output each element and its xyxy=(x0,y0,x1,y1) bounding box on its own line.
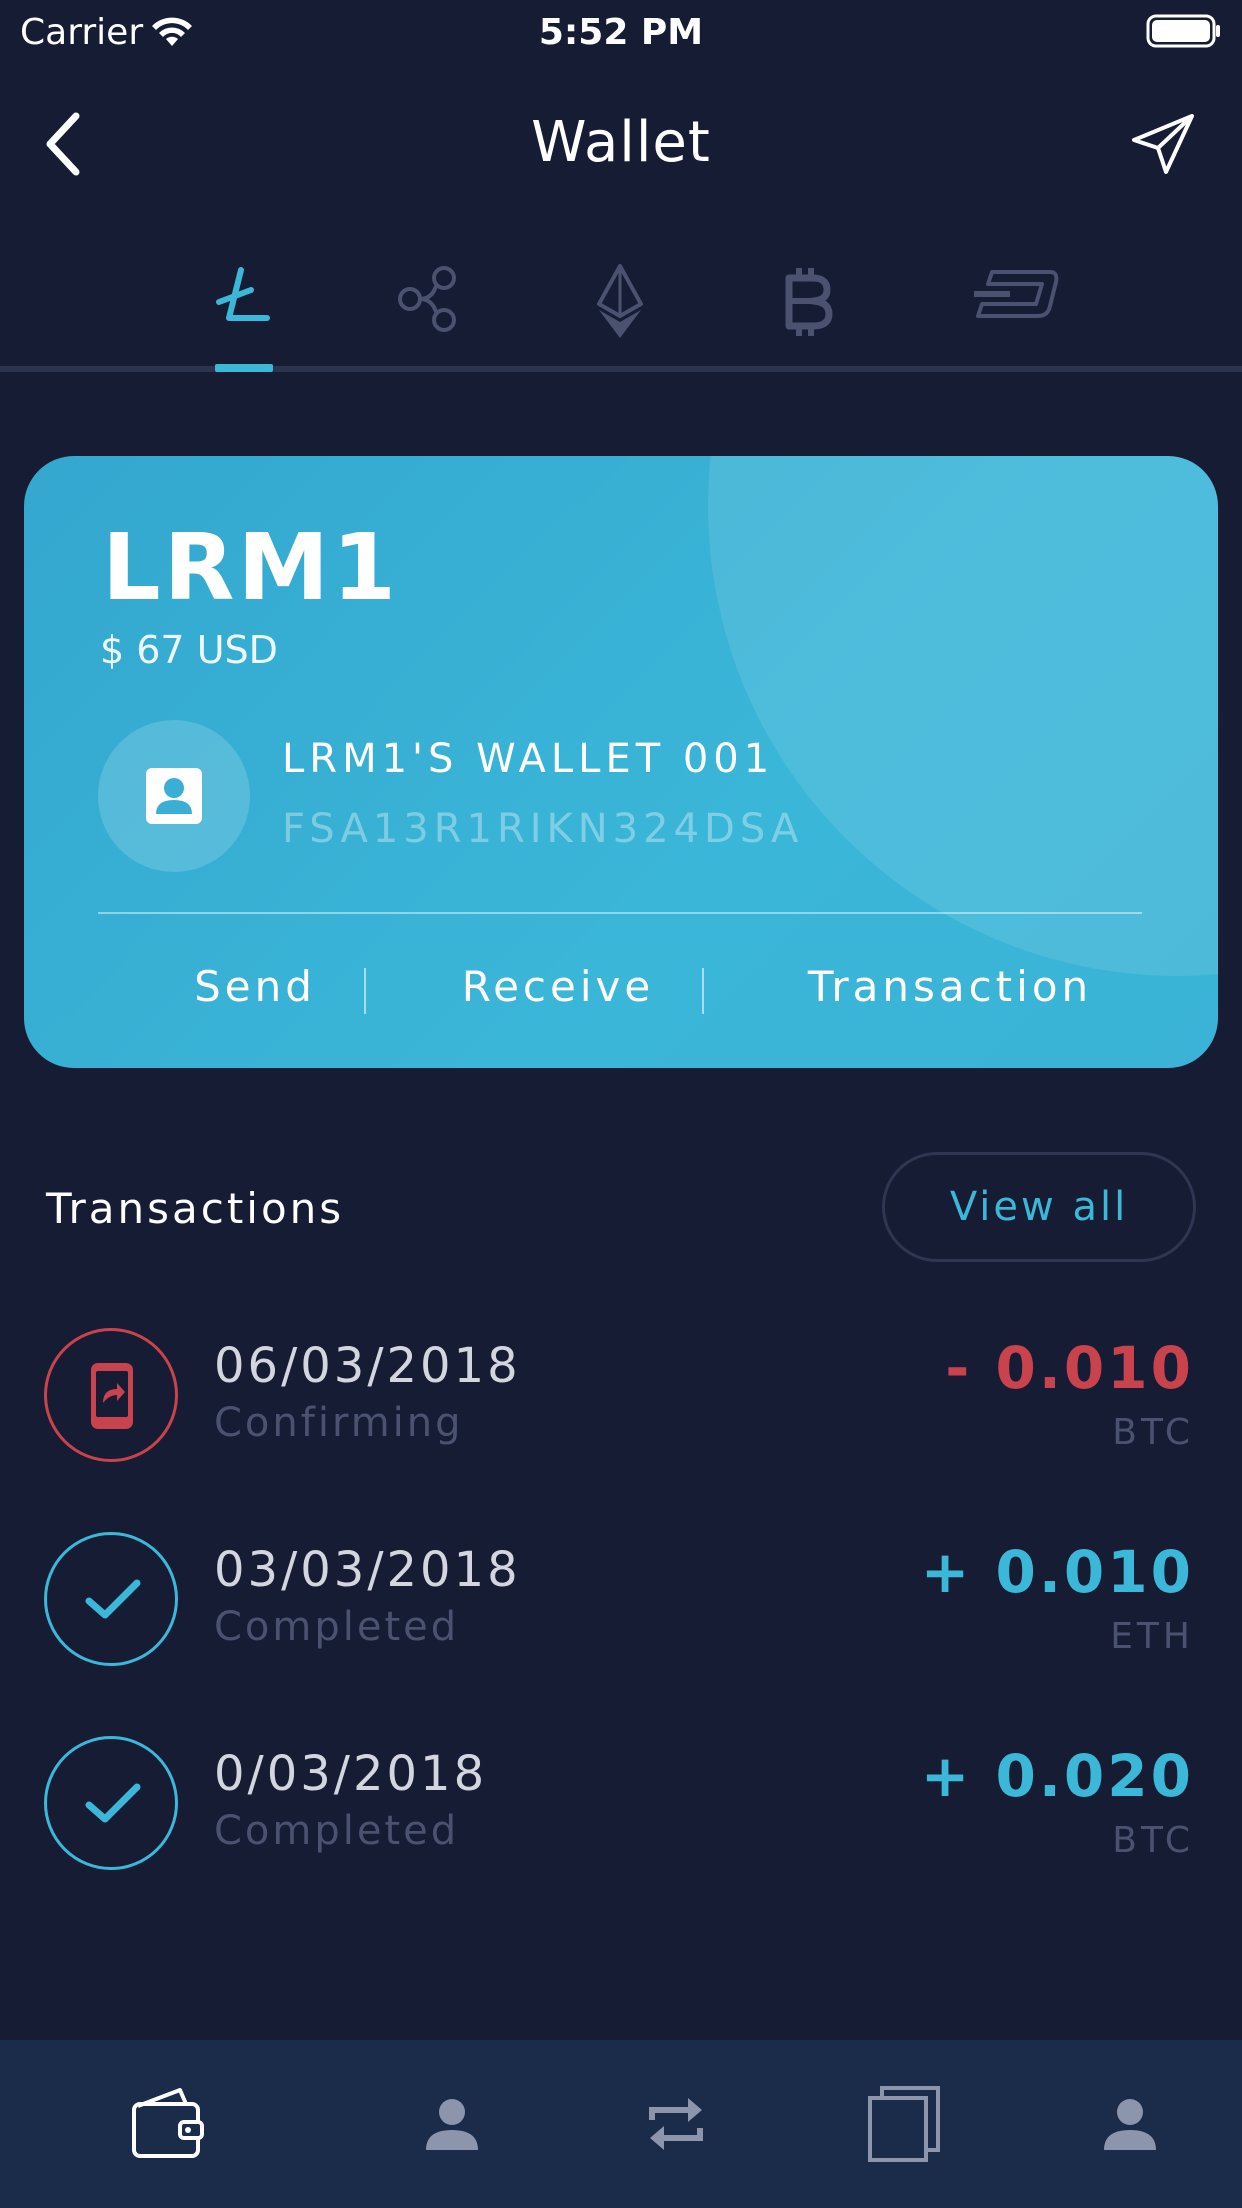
transaction-status: Confirming xyxy=(214,1400,464,1446)
transaction-coin: ETH xyxy=(1110,1616,1194,1657)
contact-card-icon xyxy=(146,768,202,824)
action-separator xyxy=(364,968,366,1014)
card-actions: Send Receive Transaction xyxy=(24,946,1218,1026)
litecoin-icon xyxy=(216,267,270,321)
transaction-amount: + 0.020 xyxy=(920,1742,1194,1810)
transaction-row[interactable]: 0/03/2018 Completed + 0.020 BTC xyxy=(0,1736,1242,1876)
paper-plane-icon xyxy=(1132,114,1194,174)
transaction-date: 0/03/2018 xyxy=(214,1746,488,1802)
transaction-coin: BTC xyxy=(1112,1412,1194,1453)
transactions-heading: Transactions xyxy=(46,1184,345,1233)
tab-ripple[interactable] xyxy=(376,250,486,374)
card-divider xyxy=(98,912,1142,914)
view-all-button[interactable]: View all xyxy=(882,1152,1196,1262)
receive-action-button[interactable]: Receive xyxy=(402,946,714,1026)
clock: 5:52 PM xyxy=(538,12,704,53)
nav-cards[interactable] xyxy=(834,2040,974,2208)
tab-dash[interactable] xyxy=(960,250,1070,374)
exchange-arrows-icon xyxy=(649,2098,703,2150)
tab-divider xyxy=(0,366,1242,372)
nav-wallet[interactable] xyxy=(98,2040,238,2208)
transaction-row[interactable]: 06/03/2018 Confirming - 0.010 BTC xyxy=(0,1328,1242,1468)
transaction-coin: BTC xyxy=(1112,1820,1194,1861)
dash-icon xyxy=(974,270,1059,318)
send-button[interactable] xyxy=(1128,110,1198,180)
tab-litecoin[interactable] xyxy=(188,250,298,374)
ethereum-icon xyxy=(597,264,643,338)
bottom-navigation xyxy=(0,2040,1242,2208)
checkmark-icon xyxy=(44,1532,178,1666)
action-separator xyxy=(702,968,704,1014)
nav-contacts[interactable] xyxy=(382,2040,522,2208)
battery-icon xyxy=(1146,14,1222,52)
coin-tabs xyxy=(0,250,1242,374)
transaction-status: Completed xyxy=(214,1604,460,1650)
active-tab-indicator xyxy=(215,364,273,372)
nav-exchange[interactable] xyxy=(606,2040,746,2208)
transaction-action-button[interactable]: Transaction xyxy=(730,946,1170,1026)
avatar xyxy=(98,720,250,872)
pending-status-icon xyxy=(44,1328,178,1462)
profile-icon xyxy=(1104,2099,1156,2150)
transaction-amount: - 0.010 xyxy=(945,1334,1194,1402)
wallet-address: FSA13R1RIKN324DSA xyxy=(282,806,804,852)
transaction-date: 06/03/2018 xyxy=(214,1338,521,1394)
wallet-balance-usd: $ 67 USD xyxy=(100,628,278,672)
bitcoin-icon xyxy=(785,268,833,336)
wallet-coin-name: LRM1 xyxy=(102,514,400,621)
transaction-status: Completed xyxy=(214,1808,460,1854)
page-title: Wallet xyxy=(531,110,711,175)
transaction-row[interactable]: 03/03/2018 Completed + 0.010 ETH xyxy=(0,1532,1242,1672)
wallet-icon xyxy=(132,2088,204,2158)
transaction-amount: + 0.010 xyxy=(920,1538,1194,1606)
tab-ethereum[interactable] xyxy=(565,250,675,374)
checkmark-icon xyxy=(44,1736,178,1870)
nav-profile[interactable] xyxy=(1060,2040,1200,2208)
person-icon xyxy=(426,2099,478,2150)
ripple-icon xyxy=(398,266,456,332)
status-bar: Carrier 5:52 PM xyxy=(0,0,1242,64)
card-decoration xyxy=(708,456,1218,976)
tab-bitcoin[interactable] xyxy=(752,250,862,374)
wallet-name: LRM1'S WALLET 001 xyxy=(282,736,775,782)
stacked-cards-icon xyxy=(868,2086,940,2162)
transaction-date: 03/03/2018 xyxy=(214,1542,521,1598)
wallet-card[interactable]: LRM1 $ 67 USD LRM1'S WALLET 001 FSA13R1R… xyxy=(24,456,1218,1068)
send-action-button[interactable]: Send xyxy=(120,946,390,1026)
